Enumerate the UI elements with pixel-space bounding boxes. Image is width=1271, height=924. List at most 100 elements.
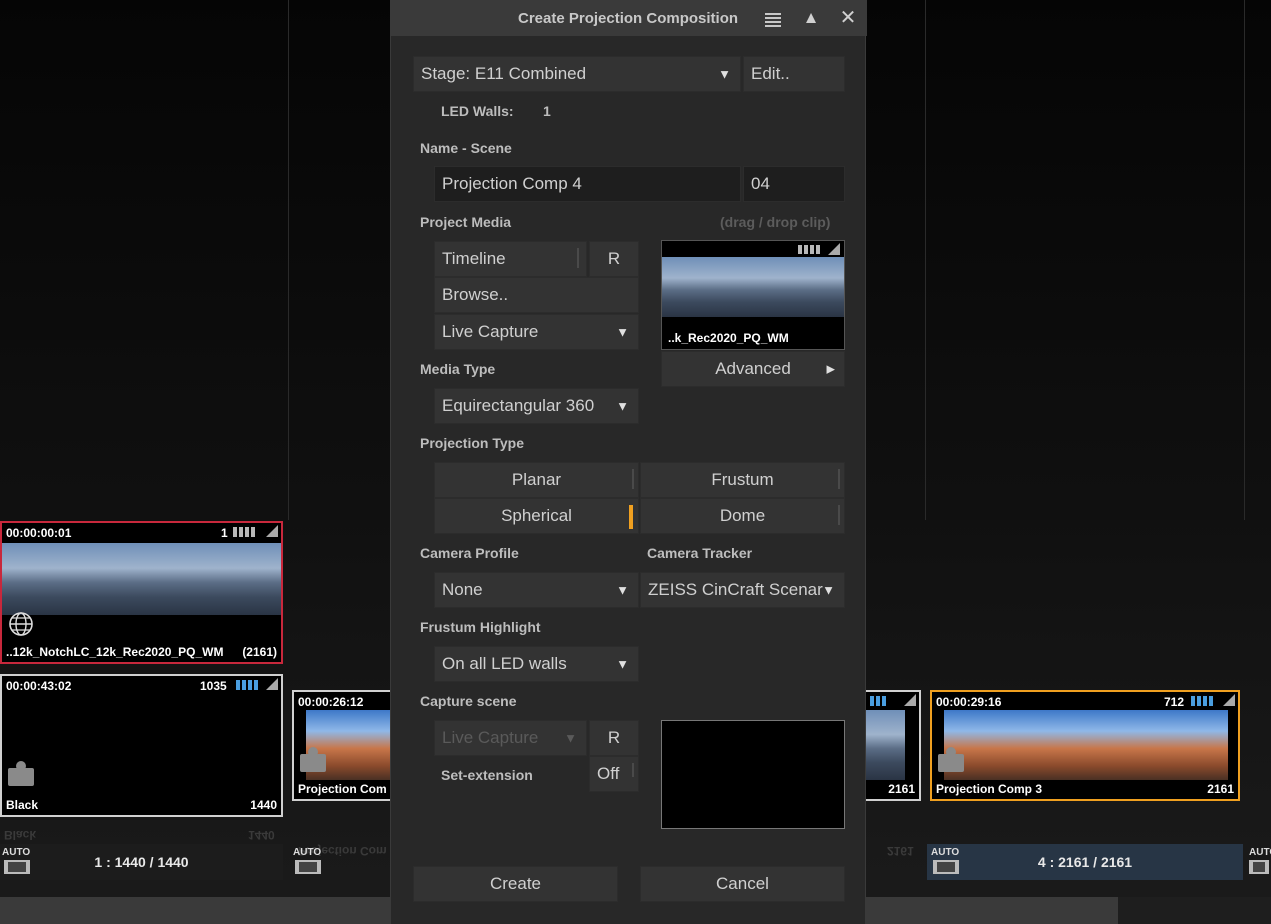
camera-profile-select[interactable]: None ▼ [434, 572, 639, 608]
film-strip-icon[interactable] [4, 860, 30, 874]
dropdown-arrow-icon: ▼ [616, 398, 629, 414]
clip-name: Black [6, 798, 39, 812]
clip-count: 712 [1164, 695, 1185, 709]
projection-option-planar[interactable]: Planar [434, 462, 639, 498]
drag-drop-hint: (drag / drop clip) [720, 214, 831, 230]
clip-card-projection-comp-3[interactable]: 00:00:29:16 712 Projection Comp 3 2161 [930, 690, 1240, 801]
dialog-titlebar[interactable]: Create Projection Composition ▲ ✕ [391, 0, 867, 36]
dropdown-arrow-icon: ▼ [616, 582, 629, 598]
timeline-button[interactable]: Timeline [434, 241, 587, 277]
capture-live-value: Live Capture [442, 728, 539, 747]
clip-timecode: 00:00:00:01 [6, 526, 72, 540]
live-capture-select[interactable]: Live Capture ▼ [434, 314, 639, 350]
auto-label: AUTO [2, 847, 31, 858]
corner-triangle-icon [904, 694, 916, 706]
clip-thumbnail [944, 710, 1228, 780]
level-bars-icon [798, 245, 820, 254]
set-extension-toggle[interactable]: Off [589, 756, 639, 792]
name-scene-label: Name - Scene [420, 140, 512, 156]
edit-button-label: Edit.. [751, 64, 790, 83]
reflection-text: Black [4, 828, 37, 842]
led-walls-label: LED Walls: [441, 103, 514, 119]
media-type-select[interactable]: Equirectangular 360 ▼ [434, 388, 639, 424]
project-media-label: Project Media [420, 214, 512, 230]
track-divider [925, 0, 926, 520]
option-notch [838, 469, 840, 489]
edit-stage-button[interactable]: Edit.. [743, 56, 845, 92]
option-label: Frustum [711, 470, 774, 489]
clip-name: Projection Com [298, 782, 387, 796]
clip-timecode: 00:00:43:02 [6, 679, 72, 693]
dropdown-arrow-icon: ▼ [616, 656, 629, 672]
clip-card-selected[interactable]: 00:00:00:01 1 ..12k_NotchLC_12k_Rec2020_… [0, 521, 283, 664]
corner-triangle-icon [266, 525, 278, 537]
frustum-highlight-select[interactable]: On all LED walls ▼ [434, 646, 639, 682]
create-button-label: Create [489, 874, 542, 893]
puzzle-icon [936, 746, 966, 772]
dialog-title: Create Projection Composition [518, 10, 739, 27]
option-notch [838, 505, 840, 525]
close-icon[interactable]: ✕ [838, 8, 858, 28]
chevron-right-icon: ▶ [826, 363, 835, 376]
projection-option-spherical[interactable]: Spherical [434, 498, 639, 534]
option-notch [632, 469, 634, 489]
clip-counter-right: 4 : 2161 / 2161 [927, 844, 1243, 880]
name-input[interactable]: Projection Comp 4 [434, 166, 741, 202]
capture-scene-label: Capture scene [420, 693, 517, 709]
auto-label: AUTO [293, 847, 322, 858]
r-button-label: R [607, 249, 621, 268]
clip-counter-left: 1 : 1440 / 1440 [0, 844, 283, 880]
reflection-text: 1440 [248, 828, 275, 842]
set-extension-value: Off [597, 764, 620, 783]
capture-r-button[interactable]: R [589, 720, 639, 756]
toggle-notch [632, 763, 634, 777]
scene-input[interactable]: 04 [743, 166, 845, 202]
level-bars-icon [1191, 696, 1213, 706]
live-capture-value: Live Capture [442, 322, 539, 341]
clip-card-projection-comp[interactable]: 00:00:26:12 Projection Com [292, 690, 402, 801]
camera-tracker-select[interactable]: ZEISS CinCraft Scenar ▼ [640, 572, 845, 608]
media-preview[interactable]: ..k_Rec2020_PQ_WM [661, 240, 845, 350]
clip-card-black[interactable]: 00:00:43:02 1035 Black 1440 [0, 674, 283, 817]
collapse-up-icon[interactable]: ▲ [801, 8, 821, 28]
puzzle-icon [298, 746, 328, 772]
camera-profile-label: Camera Profile [420, 545, 519, 561]
r-button[interactable]: R [589, 241, 639, 277]
stage-select[interactable]: Stage: E11 Combined ▼ [413, 56, 741, 92]
cancel-button[interactable]: Cancel [640, 866, 845, 902]
film-strip-icon[interactable] [1249, 860, 1269, 874]
capture-preview [661, 720, 845, 829]
timeline-button-label: Timeline [442, 249, 506, 268]
r-button-label: R [607, 728, 621, 747]
menu-icon[interactable] [763, 8, 783, 28]
clip-number: (2161) [242, 645, 277, 659]
projection-option-frustum[interactable]: Frustum [640, 462, 845, 498]
corner-triangle-icon [1223, 694, 1235, 706]
frustum-highlight-value: On all LED walls [442, 654, 567, 673]
preview-clip-name: ..k_Rec2020_PQ_WM [668, 331, 789, 345]
create-button[interactable]: Create [413, 866, 618, 902]
advanced-button[interactable]: Advanced ▶ [661, 351, 845, 387]
clip-name: Projection Comp 3 [936, 782, 1043, 796]
browse-button-label: Browse.. [442, 285, 509, 304]
film-strip-icon[interactable] [295, 860, 321, 874]
clip-timecode: 00:00:29:16 [936, 695, 1002, 709]
camera-profile-value: None [442, 580, 483, 599]
browse-button[interactable]: Browse.. [434, 277, 639, 313]
camera-tracker-value: ZEISS CinCraft Scenar [648, 580, 823, 599]
scene-input-value: 04 [751, 174, 770, 193]
corner-triangle-icon [266, 678, 278, 690]
projection-option-dome[interactable]: Dome [640, 498, 845, 534]
film-strip-icon[interactable] [933, 860, 959, 874]
clip-count: 1035 [200, 679, 227, 693]
puzzle-icon [6, 760, 36, 786]
dropdown-arrow-icon: ▼ [616, 324, 629, 340]
media-type-value: Equirectangular 360 [442, 396, 595, 415]
track-divider [1244, 0, 1245, 520]
preview-thumbnail [662, 257, 844, 317]
track-divider [288, 0, 289, 520]
projection-type-label: Projection Type [420, 435, 524, 451]
set-extension-label: Set-extension [441, 767, 533, 783]
option-label: Spherical [501, 506, 572, 525]
name-input-value: Projection Comp 4 [442, 174, 582, 193]
